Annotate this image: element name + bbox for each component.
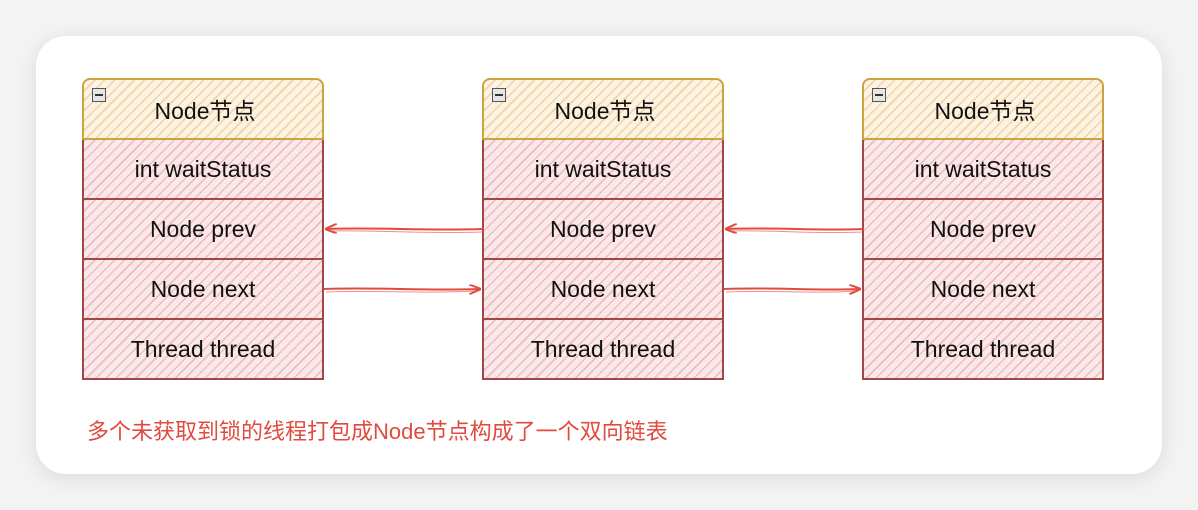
node-2: Node节点 int waitStatus Node prev Node nex… (482, 78, 724, 380)
node-3-field-waitstatus: int waitStatus (862, 140, 1104, 200)
node-3: Node节点 int waitStatus Node prev Node nex… (862, 78, 1104, 380)
node-2-title: Node节点 (554, 98, 656, 124)
node-1-field-waitstatus: int waitStatus (82, 140, 324, 200)
node-2-field-prev: Node prev (482, 200, 724, 260)
node-3-field-prev: Node prev (862, 200, 1104, 260)
node-2-field-thread: Thread thread (482, 320, 724, 380)
node-3-field-next: Node next (862, 260, 1104, 320)
node-1-field-thread: Thread thread (82, 320, 324, 380)
node-1: Node节点 int waitStatus Node prev Node nex… (82, 78, 324, 380)
node-1-title: Node节点 (154, 98, 256, 124)
node-1-field-next: Node next (82, 260, 324, 320)
node-1-field-prev: Node prev (82, 200, 324, 260)
node-2-field-waitstatus: int waitStatus (482, 140, 724, 200)
node-2-field-next: Node next (482, 260, 724, 320)
node-3-field-thread: Thread thread (862, 320, 1104, 380)
node-3-title: Node节点 (934, 98, 1036, 124)
diagram-caption: 多个未获取到锁的线程打包成Node节点构成了一个双向链表 (87, 419, 668, 444)
